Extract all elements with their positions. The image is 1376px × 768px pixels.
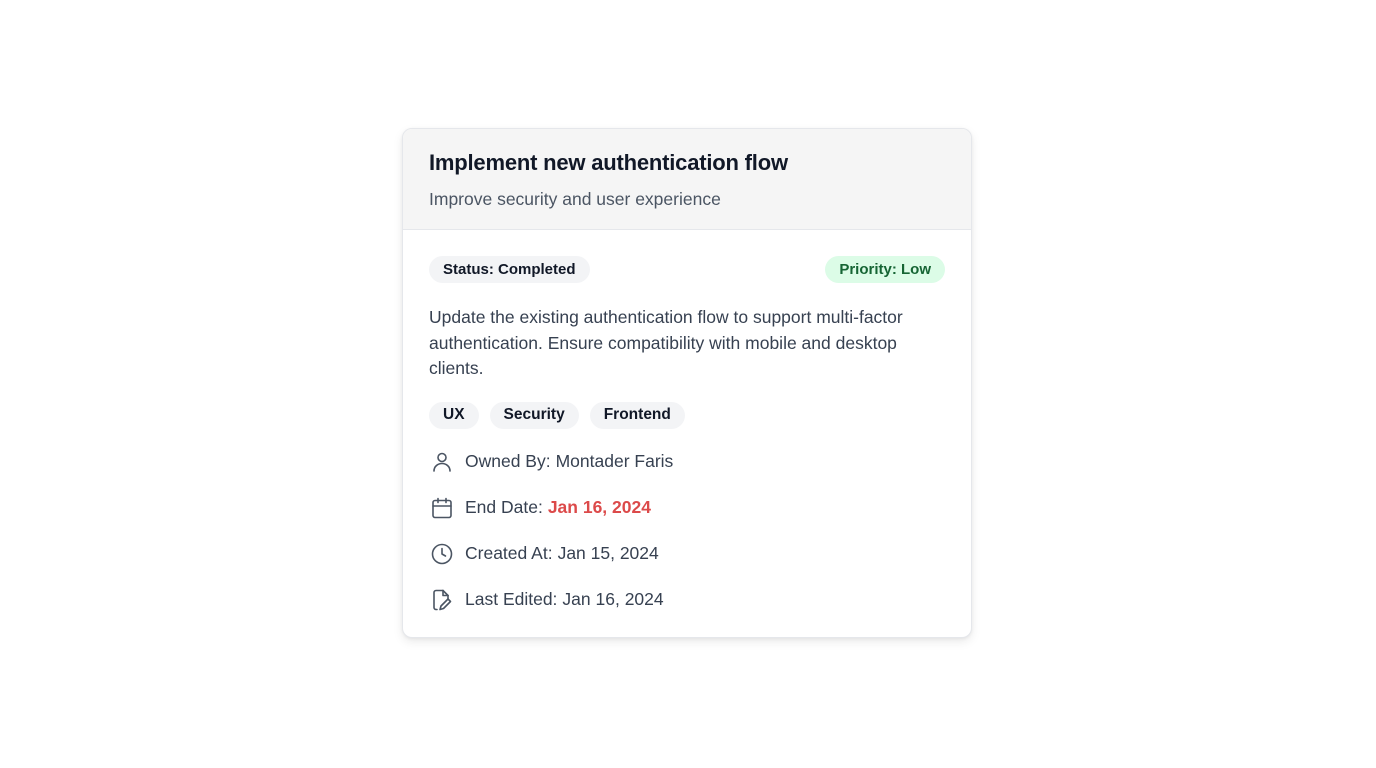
end-date-label: End Date: <box>465 497 543 517</box>
badges-row: Status: Completed Priority: Low <box>429 256 945 283</box>
card-body: Status: Completed Priority: Low Update t… <box>403 230 971 613</box>
meta-list: Owned By: Montader Faris End Date: Jan 1… <box>429 449 945 613</box>
end-date-row: End Date: Jan 16, 2024 <box>429 495 945 521</box>
task-subtitle: Improve security and user experience <box>429 189 721 209</box>
clock-icon <box>429 541 455 567</box>
created-at-row: Created At: Jan 15, 2024 <box>429 541 945 567</box>
owner-value: Montader Faris <box>555 451 674 471</box>
card-header: Implement new authentication flow Improv… <box>403 129 971 230</box>
last-edited-label: Last Edited: <box>465 589 558 609</box>
tag-list: UX Security Frontend <box>429 401 945 429</box>
last-edited-value: Jan 16, 2024 <box>562 589 664 609</box>
owner-row: Owned By: Montader Faris <box>429 449 945 475</box>
task-card: Implement new authentication flow Improv… <box>402 128 972 638</box>
created-at-label: Created At: <box>465 543 553 563</box>
priority-badge: Priority: Low <box>825 256 945 283</box>
calendar-icon <box>429 495 455 521</box>
tag: Frontend <box>589 401 685 429</box>
file-edit-icon <box>429 587 455 613</box>
tag: UX <box>429 401 479 429</box>
end-date-value: Jan 16, 2024 <box>547 497 651 517</box>
status-badge: Status: Completed <box>429 256 590 283</box>
task-description: Update the existing authentication flow … <box>429 307 903 378</box>
task-title: Implement new authentication flow <box>429 150 788 175</box>
owner-label: Owned By: <box>465 451 551 471</box>
last-edited-row: Last Edited: Jan 16, 2024 <box>429 587 945 613</box>
tag: Security <box>489 401 579 429</box>
user-icon <box>429 449 455 475</box>
created-at-value: Jan 15, 2024 <box>557 543 659 563</box>
